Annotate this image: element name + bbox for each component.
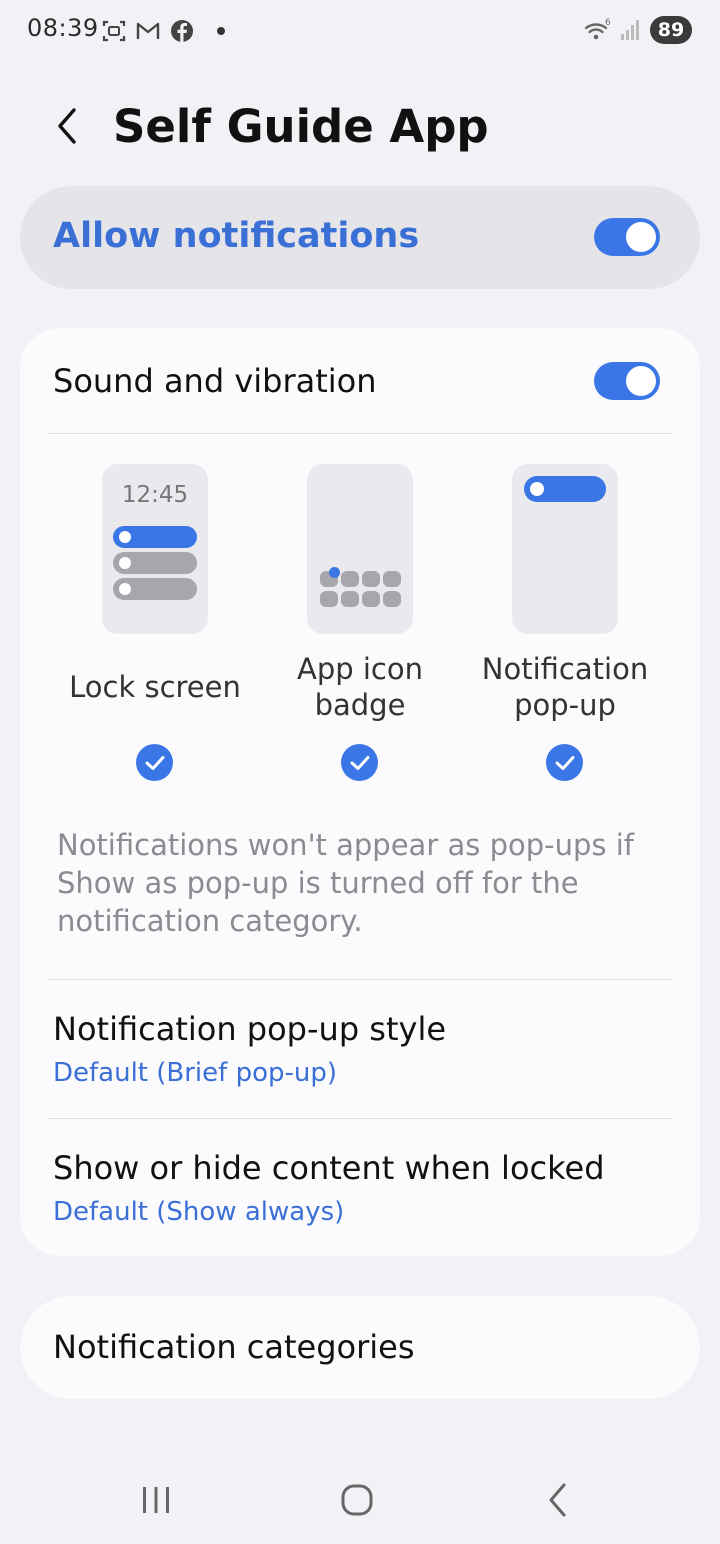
status-icons-left (101, 18, 225, 44)
popup-style-value: Default (Brief pop-up) (53, 1058, 337, 1088)
app-icon-badge-illustration[interactable] (307, 464, 413, 634)
badge-dot (329, 567, 340, 578)
lock-content-value: Default (Show always) (53, 1197, 345, 1227)
label-line: Notification (481, 652, 649, 686)
label-line: badge (314, 688, 406, 722)
app-icon-badge-checkbox[interactable] (341, 744, 378, 781)
allow-notifications-row[interactable]: Allow notifications (20, 186, 700, 289)
navigation-bar (0, 1450, 720, 1544)
lock-content-row[interactable]: Show or hide content when locked Default… (20, 1119, 700, 1256)
popup-style-row[interactable]: Notification pop-up style Default (Brief… (20, 980, 700, 1118)
lock-screen-label: Lock screen (69, 670, 241, 704)
status-icons-right: 6 89 (584, 16, 692, 44)
popup-pill (524, 476, 606, 502)
back-button[interactable] (44, 100, 90, 152)
sound-vibration-label: Sound and vibration (53, 362, 377, 400)
check-icon (145, 755, 164, 770)
page-title: Self Guide App (113, 100, 489, 153)
lock-screen-illustration[interactable]: 12:45 (102, 464, 208, 634)
signal-icon (621, 20, 639, 40)
check-icon (350, 755, 369, 770)
app-icon-badge-label: App icon badge (260, 651, 460, 723)
lock-content-title: Show or hide content when locked (53, 1149, 605, 1187)
popup-style-title: Notification pop-up style (53, 1010, 447, 1048)
notification-popup-label: Notification pop-up (465, 651, 665, 723)
battery-indicator: 89 (650, 16, 692, 44)
sound-vibration-toggle[interactable] (594, 362, 660, 400)
nav-back-button[interactable] (528, 1472, 588, 1528)
home-icon (341, 1484, 373, 1516)
popup-info-text: Notifications won't appear as pop-ups if… (57, 828, 634, 938)
notification-pill (113, 526, 197, 548)
check-icon (555, 755, 574, 770)
lock-screen-time: 12:45 (121, 482, 189, 508)
recents-button[interactable] (126, 1472, 186, 1528)
notification-categories-label: Notification categories (53, 1328, 415, 1366)
notification-categories-row[interactable]: Notification categories (20, 1296, 700, 1399)
wifi-icon: 6 (584, 18, 611, 40)
screenshot-icon (102, 20, 126, 42)
label-line: App icon (297, 652, 423, 686)
gmail-icon (136, 22, 160, 39)
notification-settings-card: Sound and vibration 12:45 Lock screen Ap… (20, 328, 700, 1256)
back-icon (549, 1483, 566, 1517)
notification-popup-illustration[interactable] (512, 464, 618, 634)
label-line: pop-up (514, 688, 616, 722)
divider (48, 433, 672, 434)
facebook-icon (171, 20, 193, 42)
notification-popup-checkbox[interactable] (546, 744, 583, 781)
allow-notifications-toggle[interactable] (594, 218, 660, 256)
app-header: Self Guide App (0, 88, 720, 168)
notification-pill (113, 552, 197, 574)
status-time: 08:39 (27, 14, 99, 42)
recents-icon (143, 1487, 169, 1513)
home-button[interactable] (327, 1472, 387, 1528)
toggle-knob (626, 222, 656, 252)
svg-text:6: 6 (605, 18, 611, 28)
more-notifications-dot (217, 27, 225, 35)
status-bar: 08:39 6 89 (0, 0, 720, 64)
lock-screen-checkbox[interactable] (136, 744, 173, 781)
notification-pill (113, 578, 197, 600)
chevron-left-icon (58, 108, 76, 144)
allow-notifications-label: Allow notifications (53, 216, 420, 256)
toggle-knob (626, 366, 656, 396)
